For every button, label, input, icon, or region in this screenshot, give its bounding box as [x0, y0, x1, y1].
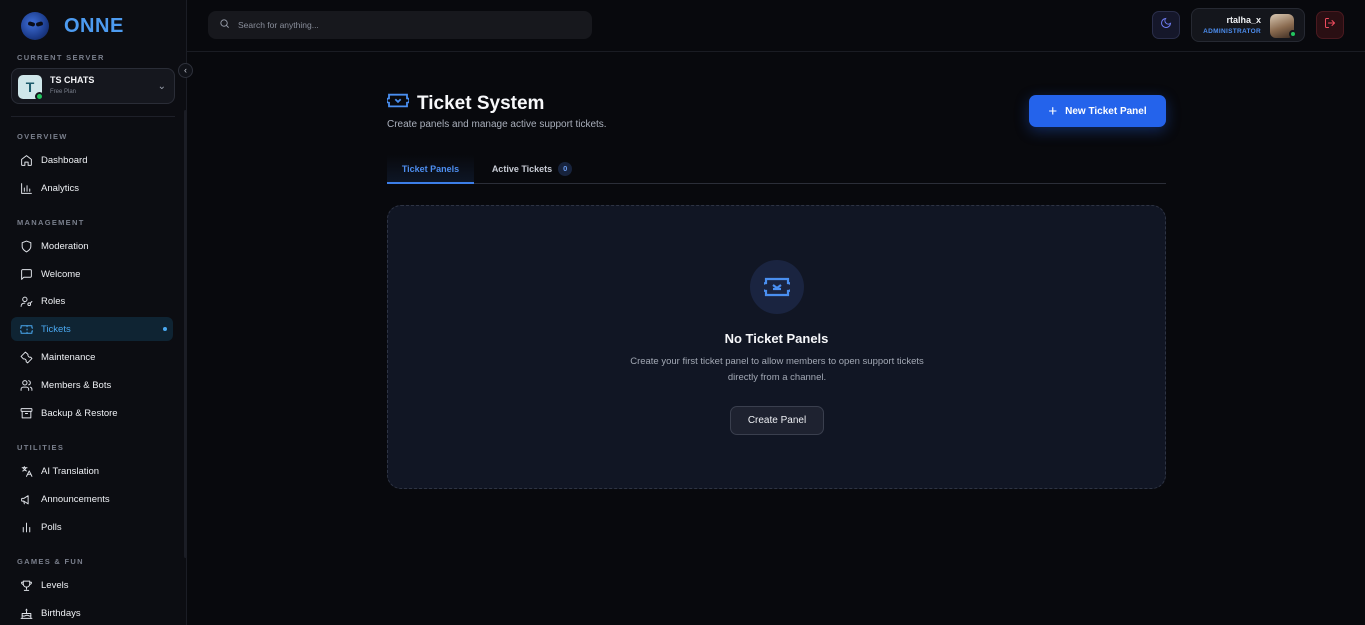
users-icon: [19, 378, 33, 392]
empty-state-description: Create your first ticket panel to allow …: [630, 356, 924, 383]
page-title: Ticket System: [417, 92, 545, 114]
user-role: ADMINISTRATOR: [1203, 28, 1261, 35]
ticket-icon: [385, 92, 411, 115]
empty-state-title: No Ticket Panels: [724, 331, 829, 346]
user-online-indicator: [1289, 30, 1297, 38]
tab-label: Ticket Panels: [401, 163, 460, 174]
brand-logo-icon: [21, 12, 49, 40]
sidebar-scrollbar[interactable]: [184, 110, 187, 558]
sidebar-divider: [11, 116, 175, 117]
section-label-games-fun: GAMES & FUN: [17, 557, 84, 566]
poll-icon: [19, 520, 33, 534]
page-subtitle: Create panels and manage active support …: [387, 119, 607, 130]
sidebar-item-ai-translation[interactable]: AI Translation: [11, 459, 173, 483]
sidebar-item-members-bots[interactable]: Members & Bots: [11, 373, 173, 397]
user-profile-card[interactable]: rtalha_x ADMINISTRATOR: [1191, 8, 1305, 42]
home-icon: [19, 153, 33, 167]
sidebar-item-label: Tickets: [41, 323, 71, 335]
create-panel-button[interactable]: Create Panel: [730, 406, 824, 435]
section-label-overview: OVERVIEW: [17, 132, 68, 141]
trophy-icon: [19, 578, 33, 592]
search-icon: [208, 16, 230, 34]
sidebar-item-roles[interactable]: Roles: [11, 289, 173, 313]
search-input[interactable]: [238, 20, 558, 30]
server-selector[interactable]: T TS CHATS Free Plan ⌄: [11, 68, 175, 104]
section-label-utilities: UTILITIES: [17, 443, 65, 452]
sidebar-item-maintenance[interactable]: Maintenance: [11, 345, 173, 369]
topbar: rtalha_x ADMINISTRATOR: [187, 0, 1365, 52]
sidebar-item-welcome[interactable]: Welcome: [11, 262, 173, 286]
new-ticket-panel-label: New Ticket Panel: [1065, 105, 1147, 117]
logout-button[interactable]: [1316, 11, 1344, 39]
sidebar-item-label: Moderation: [41, 240, 89, 252]
ticket-icon: [750, 260, 804, 314]
sidebar-item-dashboard[interactable]: Dashboard: [11, 148, 173, 172]
moon-icon: [1160, 16, 1172, 34]
tab-label: Active Tickets: [491, 164, 553, 174]
shield-icon: [19, 239, 33, 253]
sidebar-item-label: Roles: [41, 295, 66, 307]
sidebar-item-label: Birthdays: [41, 607, 81, 619]
sidebar-item-label: Welcome: [41, 268, 81, 280]
empty-state-card: No Ticket Panels Create your first ticke…: [387, 205, 1166, 489]
bar-chart-icon: [19, 181, 33, 195]
server-online-indicator: [35, 92, 44, 101]
plus-icon: +: [1048, 102, 1058, 120]
sidebar-item-announcements[interactable]: Announcements: [11, 487, 173, 511]
tab-bar: Ticket Panels Active Tickets 0: [387, 155, 1166, 184]
theme-toggle-button[interactable]: [1152, 11, 1180, 39]
sidebar: ONNE CURRENT SERVER T TS CHATS Free Plan…: [0, 0, 187, 625]
new-ticket-panel-button[interactable]: + New Ticket Panel: [1029, 95, 1166, 127]
sidebar-item-tickets[interactable]: Tickets: [11, 317, 173, 341]
search-bar[interactable]: [208, 11, 592, 39]
sidebar-item-label: Analytics: [41, 182, 80, 194]
brand-name: ONNE: [64, 14, 124, 37]
sidebar-item-label: Backup & Restore: [41, 407, 118, 419]
sidebar-item-label: Levels: [41, 579, 69, 591]
sidebar-item-label: Announcements: [41, 493, 110, 505]
tab-active-tickets[interactable]: Active Tickets 0: [482, 155, 582, 183]
current-server-label: CURRENT SERVER: [17, 53, 105, 62]
sidebar-collapse-button[interactable]: ‹: [178, 63, 193, 78]
sidebar-item-label: Members & Bots: [41, 379, 112, 391]
sidebar-item-label: Polls: [41, 521, 62, 533]
tab-ticket-panels[interactable]: Ticket Panels: [387, 155, 474, 184]
server-name: TS CHATS: [50, 75, 95, 85]
sidebar-item-moderation[interactable]: Moderation: [11, 234, 173, 258]
active-tickets-count-badge: 0: [558, 162, 573, 176]
sidebar-item-backup-restore[interactable]: Backup & Restore: [11, 401, 173, 425]
megaphone-icon: [19, 492, 33, 506]
active-indicator-dot: [163, 327, 167, 331]
page-header: Ticket System: [385, 92, 545, 115]
cake-icon: [19, 606, 33, 620]
ticket-icon: [19, 322, 33, 336]
languages-icon: [19, 464, 33, 478]
sidebar-item-label: Maintenance: [41, 351, 96, 363]
sidebar-item-analytics[interactable]: Analytics: [11, 176, 173, 200]
user-name: rtalha_x: [1226, 15, 1261, 25]
sidebar-item-label: Dashboard: [41, 154, 88, 166]
sidebar-item-polls[interactable]: Polls: [11, 515, 173, 539]
brand[interactable]: ONNE: [21, 12, 124, 40]
sidebar-item-birthdays[interactable]: Birthdays: [11, 601, 173, 625]
user-key-icon: [19, 294, 33, 308]
sidebar-item-levels[interactable]: Levels: [11, 573, 173, 597]
logout-icon: [1324, 16, 1336, 34]
archive-icon: [19, 406, 33, 420]
wrench-icon: [19, 350, 33, 364]
chevron-down-icon: ⌄: [157, 81, 166, 92]
server-plan: Free Plan: [50, 89, 77, 95]
section-label-management: MANAGEMENT: [17, 218, 85, 227]
sidebar-item-label: AI Translation: [41, 465, 100, 477]
message-square-icon: [19, 267, 33, 281]
